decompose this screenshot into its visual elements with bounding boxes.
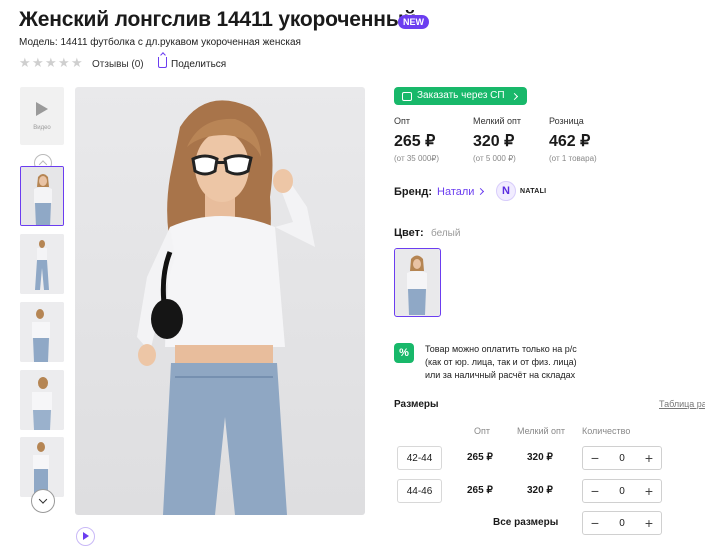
model-photo <box>137 100 315 515</box>
star-icon: ★ <box>71 55 83 70</box>
size-table-link[interactable]: Таблица ра <box>659 399 705 409</box>
thumbnail-2[interactable] <box>20 234 64 294</box>
plus-button[interactable]: + <box>643 513 655 533</box>
price-small-wholesale: Мелкий опт 320 ₽ (от 5 000 ₽) <box>473 116 521 163</box>
price-note: (от 1 товара) <box>549 154 597 163</box>
all-sizes-label: Все размеры <box>493 517 559 528</box>
price-note: (от 5 000 ₽) <box>473 154 516 163</box>
price-label: Розница <box>549 116 584 126</box>
model-photo-thumb <box>20 302 64 362</box>
quantity-stepper: − 0 + <box>582 479 662 503</box>
star-icon: ★ <box>19 55 31 70</box>
share-link[interactable]: Поделиться <box>171 59 226 70</box>
new-badge: NEW <box>398 15 429 29</box>
brand-link[interactable]: Натали <box>437 186 474 198</box>
size-price-opt: 265 ₽ <box>467 485 493 496</box>
video-play-button[interactable] <box>76 527 95 546</box>
rating-stars[interactable]: ★ ★ ★ ★ ★ <box>19 55 83 70</box>
color-swatch-white[interactable] <box>394 248 441 317</box>
quantity-value[interactable]: 0 <box>619 518 625 529</box>
price-label: Мелкий опт <box>473 116 522 126</box>
column-header-small-opt: Мелкий опт <box>517 426 566 436</box>
brand-logo-text: NATALI <box>520 188 547 195</box>
page-title: Женский лонгслив 14411 укороченный <box>19 8 417 31</box>
size-price-small-opt: 320 ₽ <box>527 485 553 496</box>
star-icon: ★ <box>32 55 44 70</box>
star-icon: ★ <box>58 55 70 70</box>
plus-button[interactable]: + <box>643 481 655 501</box>
model-photo-thumb <box>20 437 64 497</box>
minus-button[interactable]: − <box>589 448 601 468</box>
quantity-value[interactable]: 0 <box>619 453 625 464</box>
color-swatch-photo <box>395 249 439 315</box>
quantity-stepper: − 0 + <box>582 446 662 470</box>
payment-percent-icon: % <box>394 343 414 363</box>
price-wholesale: Опт 265 ₽ (от 35 000₽) <box>394 116 439 163</box>
size-price-small-opt: 320 ₽ <box>527 452 553 463</box>
chevron-right-icon <box>510 92 518 100</box>
price-value: 320 ₽ <box>473 133 515 150</box>
brand-label: Бренд: <box>394 186 433 198</box>
size-chip-42-44[interactable]: 42-44 <box>397 446 442 470</box>
quantity-value[interactable]: 0 <box>619 486 625 497</box>
reviews-link[interactable]: Отзывы (0) <box>92 59 144 70</box>
star-icon: ★ <box>45 55 57 70</box>
all-sizes-stepper: − 0 + <box>582 511 662 535</box>
color-label: Цвет: <box>394 227 424 239</box>
chevron-right-icon <box>476 187 485 196</box>
video-thumbnail[interactable]: Видео <box>20 87 64 145</box>
cart-icon <box>402 91 412 101</box>
order-sp-button[interactable]: Заказать через СП <box>394 87 527 105</box>
plus-button[interactable]: + <box>643 448 655 468</box>
video-label: Видео <box>33 125 51 131</box>
color-value: белый <box>431 228 461 239</box>
thumbnail-5[interactable] <box>20 437 64 497</box>
column-header-opt: Опт <box>474 426 490 436</box>
thumbnail-3[interactable] <box>20 302 64 362</box>
share-icon[interactable] <box>158 57 167 68</box>
size-price-opt: 265 ₽ <box>467 452 493 463</box>
order-sp-label: Заказать через СП <box>417 90 505 101</box>
sizes-title: Размеры <box>394 399 439 410</box>
model-description: Модель: 14411 футболка с дл.рукавом укор… <box>19 37 301 48</box>
chevron-down-icon <box>38 495 48 504</box>
payment-note: Товар можно оплатить только на р/с (как … <box>425 343 625 382</box>
payment-note-line: Товар можно оплатить только на р/с <box>425 344 577 354</box>
minus-button[interactable]: − <box>589 513 601 533</box>
price-value: 462 ₽ <box>549 133 591 150</box>
price-note: (от 35 000₽) <box>394 154 440 163</box>
payment-note-line: (как от юр. лица, так и от физ. лица) <box>425 357 577 367</box>
model-photo-thumb <box>20 370 64 430</box>
model-photo-thumb <box>20 234 64 294</box>
thumbnails-down-button[interactable] <box>31 489 55 513</box>
size-chip-44-46[interactable]: 44-46 <box>397 479 442 503</box>
play-icon <box>36 102 48 116</box>
price-value: 265 ₽ <box>394 133 436 150</box>
payment-note-line: или за наличный расчёт на складах <box>425 370 576 380</box>
brand-logo[interactable]: N <box>496 181 516 201</box>
column-header-qty: Количество <box>582 426 631 436</box>
thumbnail-1[interactable] <box>20 166 64 226</box>
model-photo-thumb <box>21 167 63 225</box>
main-product-photo[interactable] <box>75 87 365 515</box>
price-label: Опт <box>394 116 410 126</box>
thumbnail-4[interactable] <box>20 370 64 430</box>
price-retail: Розница 462 ₽ (от 1 товара) <box>549 116 597 163</box>
minus-button[interactable]: − <box>589 481 601 501</box>
